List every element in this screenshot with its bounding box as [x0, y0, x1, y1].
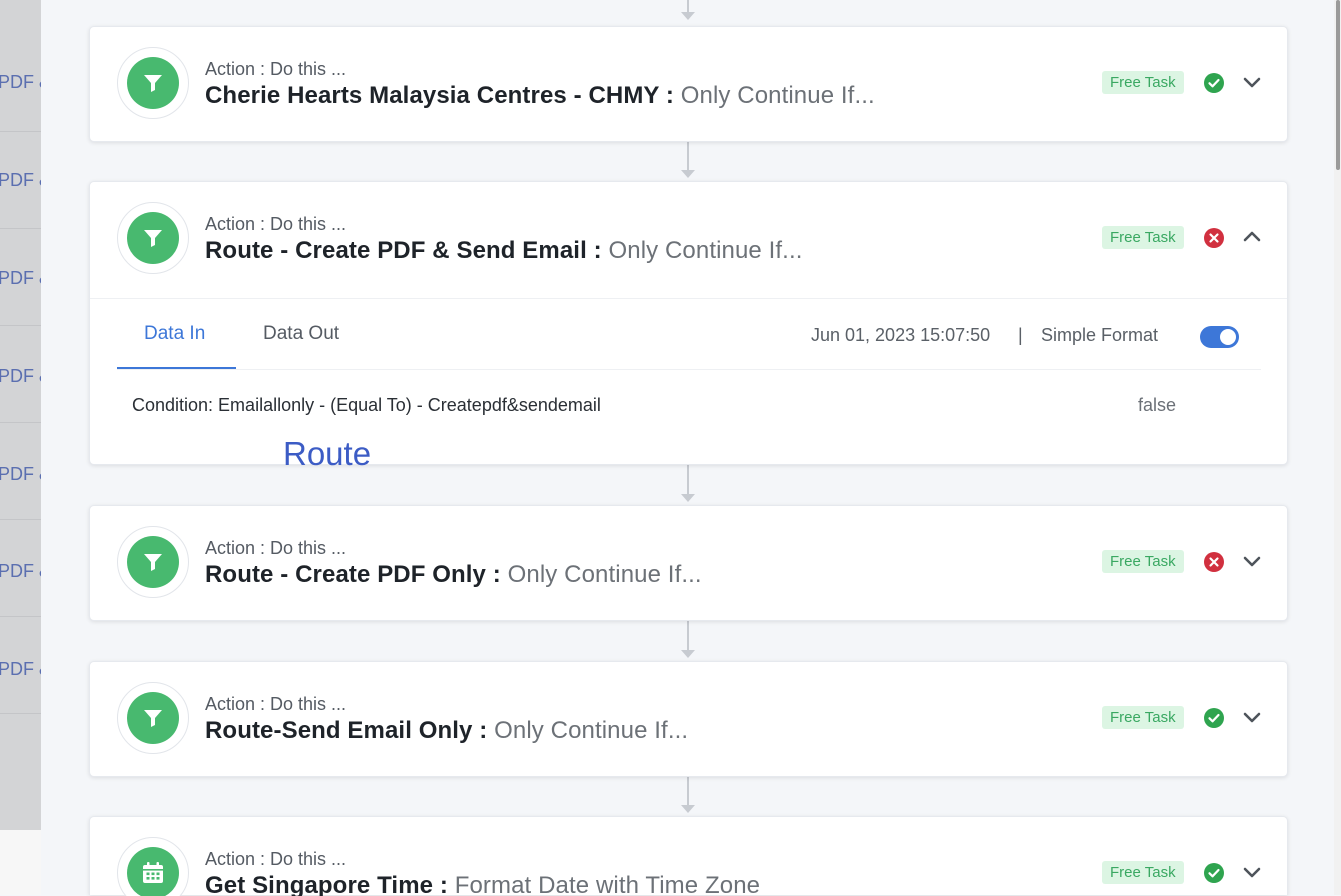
workflow-step-card[interactable]: Action : Do this ... Get Singapore Time … [89, 816, 1288, 896]
filter-icon [127, 212, 179, 264]
step-sub-label: Action : Do this ... [205, 214, 347, 234]
step-icon-ring [117, 202, 189, 274]
step-header[interactable]: Action : Do this ... Route - Create PDF … [90, 506, 1287, 622]
workflow-step-card[interactable]: Action : Do this ... Cherie Hearts Malay… [89, 26, 1288, 142]
workflow-step-card-expanded[interactable]: Action : Do this ... Route - Create PDF … [89, 181, 1288, 472]
step-title-app: Get Singapore Time : [205, 872, 448, 896]
step-details-panel: Data In Data Out Jun 01, 2023 15:07:50 |… [90, 298, 1287, 472]
filter-icon [127, 536, 179, 588]
step-title-app: Route - Create PDF Only : [205, 561, 501, 588]
background-row-text: PDF & [0, 268, 41, 288]
simple-format-label: Simple Format [1041, 325, 1159, 345]
free-task-badge: Free Task [1102, 706, 1184, 729]
step-sub-label: Action : Do this ... [205, 849, 347, 869]
success-check-icon [1204, 863, 1224, 883]
step-sub-label: Action : Do this ... [205, 59, 347, 79]
step-header[interactable]: Action : Do this ... Route - Create PDF … [90, 182, 1287, 298]
background-row: PDF & [0, 519, 41, 617]
background-row-text: PDF & [0, 561, 41, 581]
free-task-badge: Free Task [1102, 550, 1184, 573]
step-title-app: Route - Create PDF & Send Email : [205, 237, 602, 264]
success-check-icon [1204, 73, 1224, 93]
error-x-icon [1204, 228, 1224, 248]
chevron-down-icon[interactable] [1241, 708, 1263, 726]
background-row-text: PDF & [0, 659, 41, 679]
step-connector [687, 777, 689, 805]
error-x-icon [1204, 552, 1224, 572]
connector-arrow-icon [681, 494, 695, 502]
background-page-strip: PDF & PDF & PDF & PDF & PDF & PDF & PDF … [0, 0, 41, 830]
tabs-divider [117, 369, 1261, 370]
step-connector [687, 621, 689, 650]
tab-data-in[interactable]: Data In [144, 323, 205, 345]
chevron-down-icon[interactable] [1241, 863, 1263, 881]
step-title: Cherie Hearts Malaysia Centres - CHMY : … [205, 82, 875, 110]
step-sub-label: Action : Do this ... [205, 538, 347, 558]
header-separator: | [1018, 325, 1023, 345]
step-title-action: Only Continue If... [608, 237, 803, 264]
simple-format-toggle[interactable] [1200, 326, 1239, 348]
step-title-action: Format Date with Time Zone [454, 872, 761, 896]
workflow-step-card[interactable]: Action : Do this ... Route - Create PDF … [89, 505, 1288, 621]
connector-arrow-icon [681, 650, 695, 658]
scrollbar-thumb[interactable] [1336, 0, 1340, 170]
free-task-badge: Free Task [1102, 861, 1184, 884]
background-row: PDF & [0, 422, 41, 520]
background-row-text: PDF & [0, 72, 41, 92]
workflow-step-card[interactable]: Action : Do this ... Route-Send Email On… [89, 661, 1288, 777]
vertical-scrollbar[interactable] [1334, 0, 1341, 895]
calendar-icon [127, 847, 179, 896]
background-row: PDF & [0, 131, 41, 229]
background-row: PDF & [0, 34, 41, 132]
chevron-down-icon[interactable] [1241, 552, 1263, 570]
connector-arrow-icon [681, 12, 695, 20]
active-tab-indicator [117, 367, 236, 369]
step-header[interactable]: Action : Do this ... Cherie Hearts Malay… [90, 27, 1287, 143]
step-title: Route - Create PDF Only : Only Continue … [205, 561, 702, 589]
step-title: Route - Create PDF & Send Email : Only C… [205, 237, 802, 265]
step-icon-ring [117, 47, 189, 119]
background-row-text: PDF & [0, 170, 41, 190]
step-title: Get Singapore Time : Format Date with Ti… [205, 872, 760, 896]
tab-data-out[interactable]: Data Out [263, 323, 339, 345]
background-row-text: PDF & [0, 366, 41, 386]
step-header[interactable]: Action : Do this ... Route-Send Email On… [90, 662, 1287, 778]
free-task-badge: Free Task [1102, 71, 1184, 94]
run-timestamp: Jun 01, 2023 15:07:50 [811, 325, 991, 345]
step-connector [687, 0, 689, 12]
free-task-badge: Free Task [1102, 226, 1184, 249]
connector-arrow-icon [681, 805, 695, 813]
chevron-down-icon[interactable] [1241, 73, 1263, 91]
step-connector [687, 142, 689, 170]
step-title: Route-Send Email Only : Only Continue If… [205, 717, 688, 745]
background-row: PDF & [0, 228, 41, 326]
step-title-action: Only Continue If... [494, 717, 689, 744]
background-row-text: PDF & [0, 464, 41, 484]
step-icon-ring [117, 837, 189, 896]
condition-value: false [1138, 395, 1177, 415]
step-title-action: Only Continue If... [680, 82, 875, 109]
filter-icon [127, 692, 179, 744]
condition-label: Condition: Emailallonly - (Equal To) - C… [132, 395, 601, 415]
step-sub-label: Action : Do this ... [205, 694, 347, 714]
background-row: PDF & [0, 616, 41, 714]
connector-arrow-icon [681, 170, 695, 178]
step-header[interactable]: Action : Do this ... Get Singapore Time … [90, 817, 1287, 896]
route-overlay-text: Route [283, 435, 372, 472]
step-connector [687, 465, 689, 494]
background-page-footer [0, 830, 41, 895]
success-check-icon [1204, 708, 1224, 728]
step-title-action: Only Continue If... [507, 561, 702, 588]
toggle-knob [1220, 329, 1236, 345]
chevron-up-icon[interactable] [1241, 228, 1263, 246]
filter-icon [127, 57, 179, 109]
background-row: PDF & [0, 325, 41, 423]
step-icon-ring [117, 682, 189, 754]
step-icon-ring [117, 526, 189, 598]
step-title-app: Route-Send Email Only : [205, 717, 488, 744]
step-title-app: Cherie Hearts Malaysia Centres - CHMY : [205, 82, 674, 109]
